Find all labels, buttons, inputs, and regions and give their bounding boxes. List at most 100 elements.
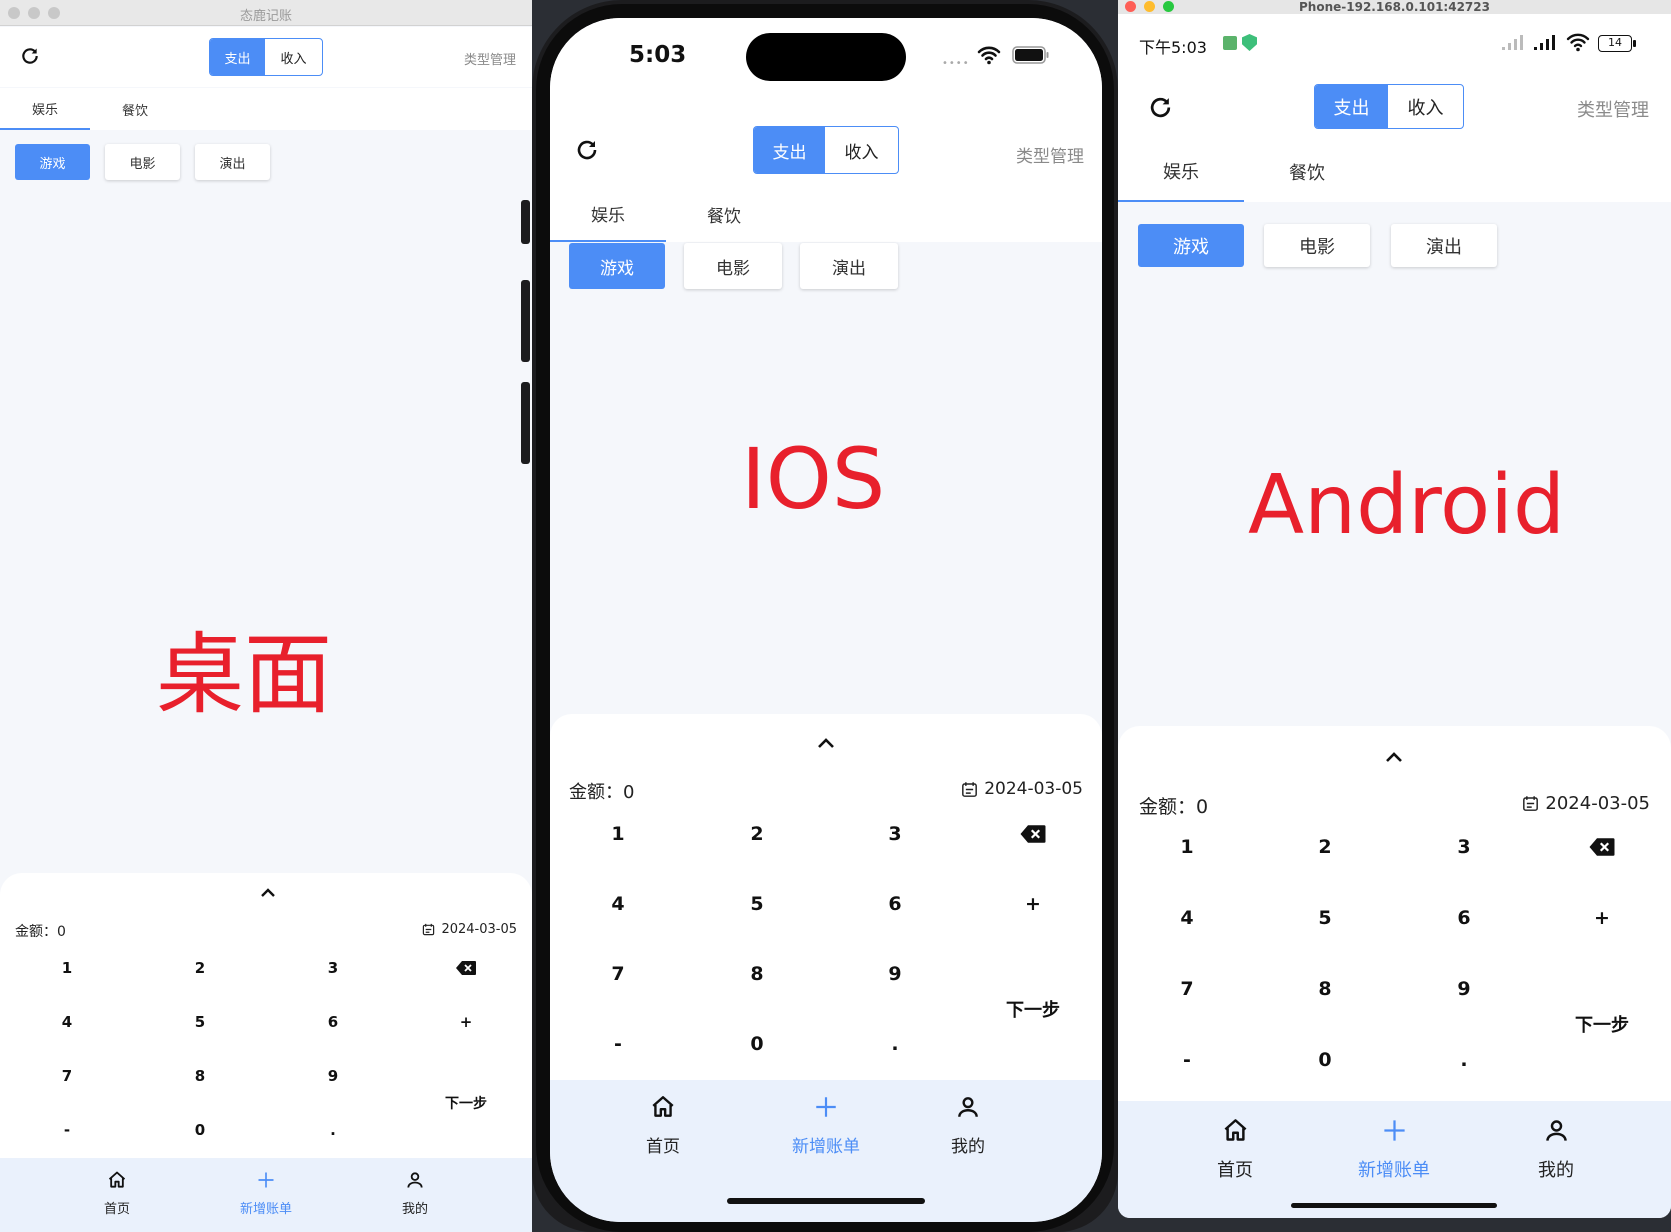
plus-key[interactable]: +	[426, 1007, 506, 1037]
plus-key[interactable]: +	[983, 884, 1083, 924]
income-tab[interactable]: 收入	[265, 39, 322, 75]
key-2[interactable]: 2	[707, 814, 807, 854]
date-picker[interactable]: 2024-03-05	[961, 779, 1083, 799]
refresh-icon[interactable]	[20, 46, 40, 66]
chip-movie[interactable]: 电影	[105, 144, 180, 180]
backspace-key[interactable]	[1552, 827, 1652, 867]
key-5[interactable]: 5	[160, 1007, 240, 1037]
wifi-icon	[1566, 33, 1590, 52]
key-0[interactable]: 0	[160, 1115, 240, 1145]
chevron-up-icon[interactable]	[1384, 750, 1404, 764]
key-8[interactable]: 8	[160, 1061, 240, 1091]
nav-add-bill[interactable]: 新增账单	[1338, 1117, 1450, 1182]
backspace-key[interactable]	[983, 814, 1083, 854]
tab-dining[interactable]: 餐饮	[1244, 142, 1370, 202]
key-4[interactable]: 4	[27, 1007, 107, 1037]
refresh-icon[interactable]	[575, 138, 599, 162]
key-minus[interactable]: -	[568, 1024, 668, 1064]
nav-home[interactable]: 首页	[628, 1094, 698, 1157]
category-tabs: 娱乐 餐饮	[0, 88, 532, 130]
backspace-key[interactable]	[426, 953, 506, 983]
tab-dining[interactable]: 餐饮	[666, 186, 782, 242]
next-step-key[interactable]: 下一步	[1552, 969, 1652, 1079]
income-tab[interactable]: 收入	[825, 127, 898, 173]
expense-tab[interactable]: 支出	[754, 127, 826, 173]
chip-game[interactable]: 游戏	[15, 144, 90, 180]
key-6[interactable]: 6	[1414, 898, 1514, 938]
expense-tab[interactable]: 支出	[210, 39, 266, 75]
nav-home[interactable]: 首页	[1200, 1117, 1270, 1182]
key-4[interactable]: 4	[568, 884, 668, 924]
date-text: 2024-03-05	[441, 922, 517, 937]
chip-movie[interactable]: 电影	[1264, 224, 1370, 267]
chevron-up-icon[interactable]	[816, 736, 836, 750]
plus-key[interactable]: +	[1552, 898, 1652, 938]
battery-cap	[1633, 40, 1636, 47]
tab-dining[interactable]: 餐饮	[90, 88, 180, 130]
desktop-titlebar: 态鹿记账	[0, 0, 532, 26]
nav-home[interactable]: 首页	[87, 1170, 147, 1217]
nav-add-bill[interactable]: 新增账单	[221, 1170, 311, 1217]
key-7[interactable]: 7	[27, 1061, 107, 1091]
signal-icon	[1502, 35, 1523, 50]
tab-entertainment[interactable]: 娱乐	[0, 88, 90, 130]
refresh-icon[interactable]	[1148, 95, 1173, 120]
date-picker[interactable]: 2024-03-05	[422, 922, 517, 937]
chip-movie[interactable]: 电影	[684, 243, 782, 289]
chevron-up-icon[interactable]	[259, 887, 277, 899]
key-5[interactable]: 5	[1275, 898, 1375, 938]
key-2[interactable]: 2	[1275, 827, 1375, 867]
key-minus[interactable]: -	[1137, 1040, 1237, 1080]
key-1[interactable]: 1	[1137, 827, 1237, 867]
tab-entertainment[interactable]: 娱乐	[1118, 142, 1244, 202]
type-manage-link[interactable]: 类型管理	[1016, 142, 1084, 167]
nav-add-bill[interactable]: 新增账单	[771, 1094, 881, 1157]
key-7[interactable]: 7	[1137, 969, 1237, 1009]
tab-entertainment[interactable]: 娱乐	[550, 186, 666, 242]
key-1[interactable]: 1	[568, 814, 668, 854]
home-indicator[interactable]	[727, 1198, 925, 1204]
key-8[interactable]: 8	[707, 954, 807, 994]
expense-tab[interactable]: 支出	[1315, 85, 1389, 128]
plus-icon	[1383, 1120, 1405, 1141]
key-2[interactable]: 2	[160, 953, 240, 983]
key-9[interactable]: 9	[1414, 969, 1514, 1009]
chip-game[interactable]: 游戏	[1138, 224, 1244, 267]
key-dot[interactable]: .	[845, 1024, 945, 1064]
nav-mine[interactable]: 我的	[933, 1094, 1003, 1157]
key-3[interactable]: 3	[1414, 827, 1514, 867]
key-6[interactable]: 6	[845, 884, 945, 924]
gesture-bar[interactable]	[1291, 1203, 1497, 1208]
key-8[interactable]: 8	[1275, 969, 1375, 1009]
income-tab[interactable]: 收入	[1388, 85, 1463, 128]
type-manage-link[interactable]: 类型管理	[464, 49, 516, 68]
key-3[interactable]: 3	[845, 814, 945, 854]
next-step-key[interactable]: 下一步	[983, 954, 1083, 1064]
battery-icon	[1012, 46, 1049, 64]
key-0[interactable]: 0	[707, 1024, 807, 1064]
chip-game[interactable]: 游戏	[569, 243, 665, 289]
key-3[interactable]: 3	[293, 953, 373, 983]
key-dot[interactable]: .	[1414, 1040, 1514, 1080]
next-step-key[interactable]: 下一步	[426, 1061, 506, 1145]
chip-show[interactable]: 演出	[800, 243, 898, 289]
key-1[interactable]: 1	[27, 953, 107, 983]
iphone-button-action	[521, 200, 530, 244]
key-9[interactable]: 9	[293, 1061, 373, 1091]
notification-icon	[1223, 36, 1237, 50]
nav-mine[interactable]: 我的	[385, 1170, 445, 1217]
key-0[interactable]: 0	[1275, 1040, 1375, 1080]
key-5[interactable]: 5	[707, 884, 807, 924]
key-6[interactable]: 6	[293, 1007, 373, 1037]
key-7[interactable]: 7	[568, 954, 668, 994]
key-4[interactable]: 4	[1137, 898, 1237, 938]
chip-show[interactable]: 演出	[195, 144, 270, 180]
app-header: 支出 收入 类型管理	[0, 27, 532, 87]
key-minus[interactable]: -	[27, 1115, 107, 1145]
nav-mine[interactable]: 我的	[1521, 1117, 1591, 1182]
date-picker[interactable]: 2024-03-05	[1522, 793, 1650, 814]
key-dot[interactable]: .	[293, 1115, 373, 1145]
chip-show[interactable]: 演出	[1391, 224, 1497, 267]
key-9[interactable]: 9	[845, 954, 945, 994]
type-manage-link[interactable]: 类型管理	[1577, 96, 1649, 122]
